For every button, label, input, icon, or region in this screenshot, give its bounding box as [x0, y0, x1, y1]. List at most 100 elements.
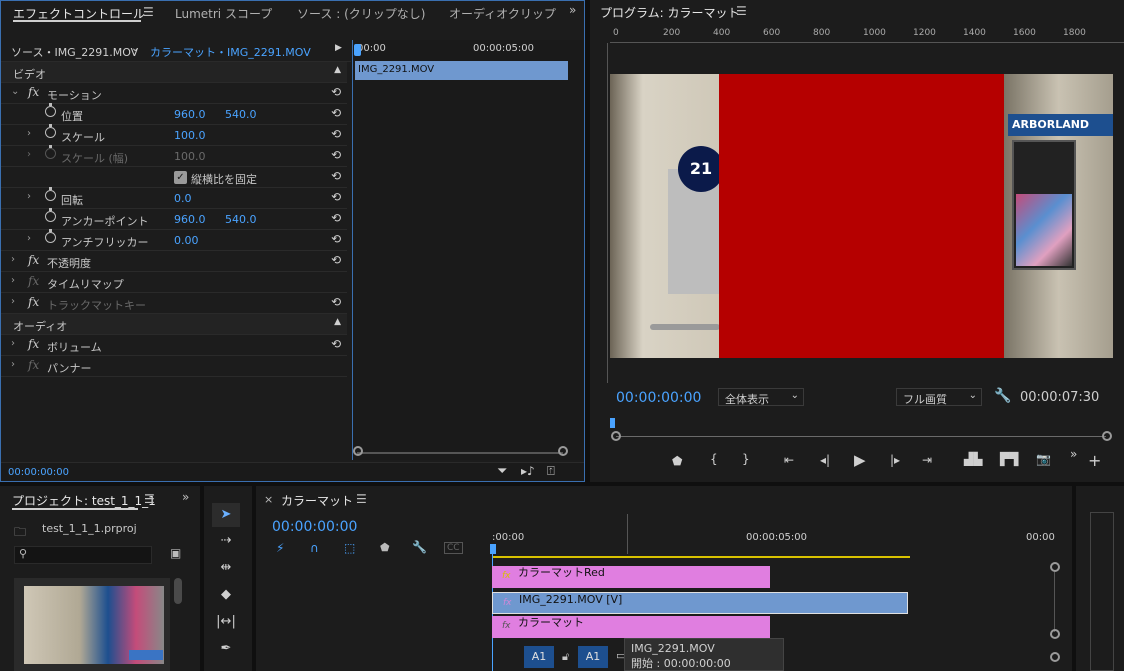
source-patch-a1[interactable]: A1 — [524, 646, 554, 668]
chevron-right-icon[interactable]: › — [11, 296, 15, 307]
ripple-edit-tool-icon[interactable]: ⇹ — [212, 556, 240, 580]
program-title[interactable]: プログラム: カラーマット — [600, 4, 740, 21]
new-bin-icon[interactable]: ▣ — [170, 546, 181, 560]
stopwatch-icon[interactable] — [45, 187, 56, 201]
chevron-right-icon[interactable]: › — [27, 128, 31, 139]
vertical-zoom-track[interactable] — [1054, 572, 1055, 632]
reset-icon[interactable]: ⟲ — [331, 253, 341, 267]
timeline-title[interactable]: カラーマット — [281, 492, 353, 509]
marker-icon[interactable]: ⬟ — [672, 454, 682, 468]
effect-motion[interactable]: ⌄ fx モーション ⟲ — [1, 83, 347, 104]
menu-icon[interactable]: ☰ — [736, 4, 747, 18]
chevron-right-icon[interactable]: › — [11, 275, 15, 286]
fx-icon[interactable]: fx — [28, 253, 39, 267]
effect-panner[interactable]: › fx パンナー — [1, 356, 347, 377]
stopwatch-icon[interactable] — [45, 208, 56, 222]
pen-tool-icon[interactable]: ✒ — [212, 637, 240, 661]
project-title[interactable]: プロジェクト: test_1_1_1 — [12, 492, 156, 509]
target-clip-dropdown[interactable]: カラーマット・IMG_2291.MOV — [150, 44, 311, 60]
chevron-right-icon[interactable]: › — [27, 233, 31, 244]
project-scrollbar[interactable] — [174, 578, 182, 604]
export-icon[interactable]: ⍐ — [547, 464, 555, 479]
quality-dropdown[interactable]: フル画質 ⌄ — [896, 388, 982, 406]
selection-tool-icon[interactable]: ➤ — [212, 503, 240, 527]
chevron-right-icon[interactable]: › — [11, 254, 15, 265]
position-x-value[interactable]: 960.0 — [174, 108, 206, 121]
scrubber-track[interactable] — [616, 436, 1106, 437]
tab-lumetri-scopes[interactable]: Lumetri スコープ — [175, 5, 272, 22]
fx-icon[interactable]: fx — [28, 85, 39, 99]
scroll-handle-right[interactable] — [558, 446, 568, 456]
mark-in-icon[interactable]: { — [710, 452, 718, 466]
chevron-down-icon[interactable]: ⌄ — [131, 43, 139, 54]
track-select-tool-icon[interactable]: ⇢ — [212, 529, 240, 553]
slip-tool-icon[interactable]: |↔| — [212, 610, 240, 634]
step-forward-icon[interactable]: |▸ — [890, 453, 900, 467]
clip-img-2291[interactable]: fx IMG_2291.MOV [V] — [492, 592, 908, 614]
play-triangle-icon[interactable]: ▶ — [335, 43, 342, 53]
lock-icon[interactable]: 🔓︎ — [562, 650, 569, 664]
work-area-bar[interactable] — [492, 556, 910, 558]
tab-audio-clip[interactable]: オーディオクリップ — [449, 5, 556, 22]
mini-clip-bar[interactable]: IMG_2291.MOV — [355, 61, 568, 80]
snap-icon[interactable]: ⚡ — [276, 541, 284, 555]
reset-icon[interactable]: ⟲ — [331, 337, 341, 351]
media-thumbnail[interactable] — [14, 578, 170, 671]
reset-icon[interactable]: ⟲ — [331, 106, 341, 120]
program-timecode[interactable]: 00:00:00:00 — [616, 390, 701, 406]
playhead-marker[interactable] — [354, 44, 361, 56]
magnet-icon[interactable]: ∩ — [310, 541, 319, 555]
fx-icon[interactable]: fx — [28, 295, 39, 309]
stopwatch-icon[interactable] — [45, 103, 56, 117]
chevron-right-icon[interactable]: › — [27, 191, 31, 202]
tab-source[interactable]: ソース : (クリップなし) — [297, 5, 425, 22]
go-to-out-icon[interactable]: ⇥ — [922, 453, 932, 467]
collapse-up-icon[interactable]: ▲ — [334, 65, 341, 75]
scrubber-handle-left[interactable] — [611, 431, 621, 441]
mini-scrollbar[interactable] — [357, 452, 563, 454]
rotation-value[interactable]: 0.0 — [174, 192, 192, 205]
effect-volume[interactable]: › fx ボリューム ⟲ — [1, 335, 347, 356]
menu-icon[interactable]: ☰ — [143, 5, 154, 19]
menu-icon[interactable]: ☰ — [144, 492, 155, 506]
captions-icon[interactable]: CC — [444, 542, 463, 554]
reset-icon[interactable]: ⟲ — [331, 127, 341, 141]
linked-selection-icon[interactable]: ⬚ — [344, 541, 355, 555]
stopwatch-icon[interactable] — [45, 124, 56, 138]
anchor-x-value[interactable]: 960.0 — [174, 213, 206, 226]
wrench-icon[interactable]: 🔧 — [412, 540, 427, 554]
position-y-value[interactable]: 540.0 — [225, 108, 257, 121]
camera-icon[interactable]: 📷 — [1036, 452, 1051, 466]
razor-tool-icon[interactable]: ◆ — [212, 583, 240, 607]
anchor-y-value[interactable]: 540.0 — [225, 213, 257, 226]
uniform-scale-checkbox[interactable]: ✓ — [174, 171, 187, 184]
effect-opacity[interactable]: › fx 不透明度 ⟲ — [1, 251, 347, 272]
reset-icon[interactable]: ⟲ — [331, 85, 341, 99]
step-back-icon[interactable]: ◂| — [820, 453, 830, 467]
menu-icon[interactable]: ☰ — [356, 492, 367, 506]
more-panels-icon[interactable]: » — [182, 490, 189, 504]
clip-color-matte[interactable]: fx カラーマット — [492, 616, 770, 638]
reset-icon[interactable]: ⟲ — [331, 169, 341, 183]
mark-out-icon[interactable]: } — [742, 452, 750, 466]
effect-track-matte[interactable]: › fx トラックマットキー ⟲ — [1, 293, 347, 314]
wrench-icon[interactable]: 🔧 — [994, 388, 1011, 404]
play-audio-icon[interactable]: ▸♪ — [521, 464, 535, 478]
filter-icon[interactable]: ⏷ — [497, 464, 507, 479]
go-to-in-icon[interactable]: ⇤ — [784, 453, 794, 467]
more-buttons-icon[interactable]: » — [1070, 447, 1077, 461]
timeline-playhead[interactable] — [490, 544, 496, 554]
audio-zoom-handle[interactable] — [1050, 652, 1060, 662]
fx-icon[interactable]: fx — [28, 337, 39, 351]
clip-color-matte-red[interactable]: fx カラーマットRed — [492, 566, 770, 588]
close-icon[interactable]: × — [264, 493, 273, 506]
play-icon[interactable]: ▶ — [854, 451, 866, 469]
more-panels-icon[interactable]: » — [569, 3, 576, 17]
reset-icon[interactable]: ⟲ — [331, 232, 341, 246]
effect-time-remap[interactable]: › fx タイムリマップ — [1, 272, 347, 293]
scroll-handle-left[interactable] — [353, 446, 363, 456]
search-input[interactable]: ⚲ — [14, 546, 152, 564]
track-name[interactable]: A1 — [578, 646, 608, 668]
antiflicker-value[interactable]: 0.00 — [174, 234, 199, 247]
extract-icon[interactable]: ▛▜ — [1000, 452, 1018, 466]
